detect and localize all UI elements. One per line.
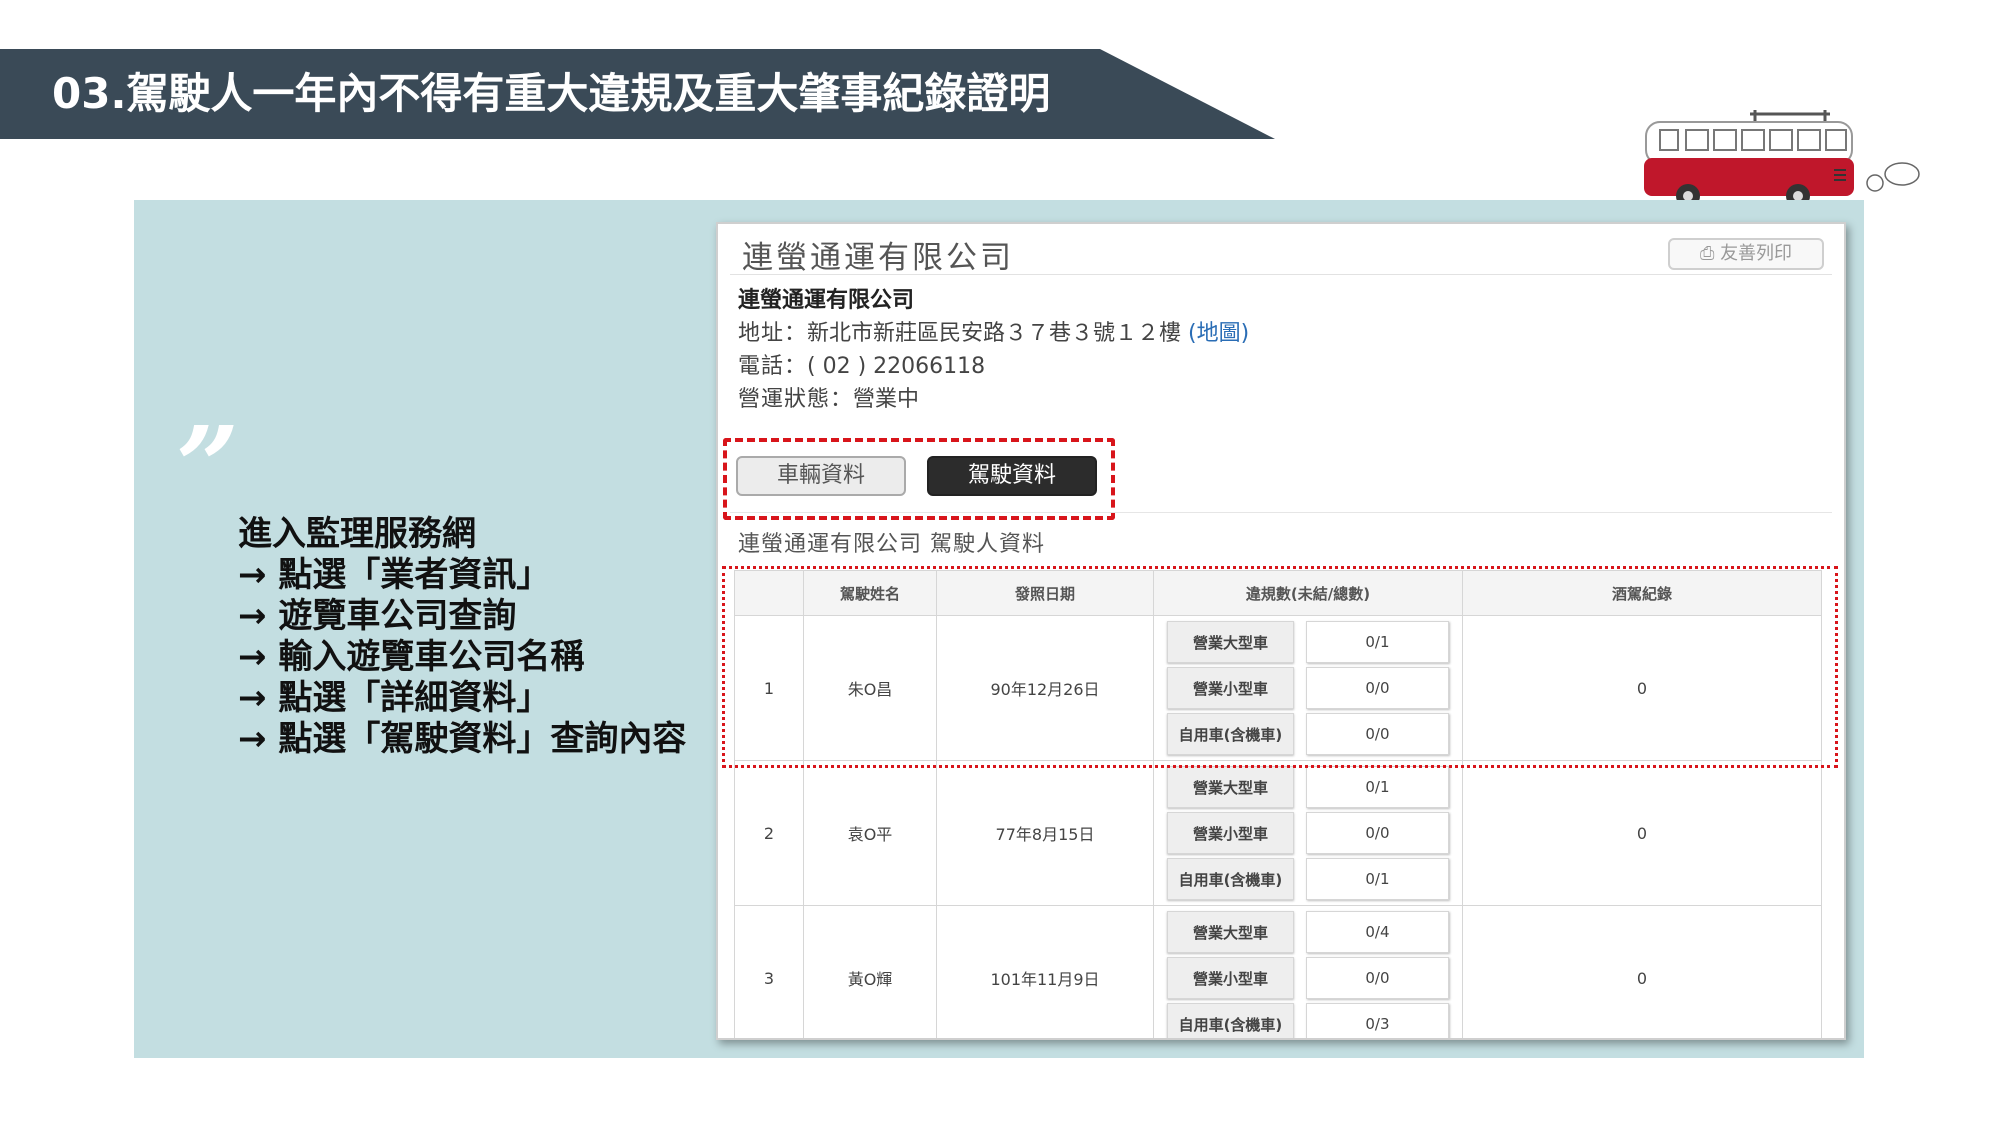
violation-count: 0/1 — [1305, 858, 1449, 900]
driver-name: 袁O平 — [803, 760, 937, 906]
violation-type: 營業大型車 — [1167, 911, 1294, 953]
instruction-steps: 進入監理服務網 → 點選「業者資訊」 → 遊覽車公司查詢 → 輸入遊覽車公司名稱… — [238, 514, 686, 760]
slide-title: 03.駕駛人一年內不得有重大違規及重大肇事紀錄證明 — [52, 69, 1051, 118]
step-4: → 輸入遊覽車公司名稱 — [238, 637, 585, 677]
phone-row: 電話：( 02 ) 22066118 — [738, 350, 1249, 383]
header-divider — [730, 274, 1832, 275]
violation-type: 自用車(含機車) — [1167, 1003, 1294, 1038]
status-row: 營運狀態：營業中 — [738, 383, 1249, 416]
table-row: 3 黃O輝 101年11月9日 營業大型車 0/4 營業小型車 0/0 自用車(含機… — [734, 905, 1822, 1038]
phone-label: 電話： — [738, 354, 808, 379]
violation-count: 0/0 — [1305, 957, 1449, 999]
violation-type: 營業大型車 — [1167, 766, 1294, 808]
violations-cell: 營業大型車 0/1 營業小型車 0/0 自用車(含機車) 0/1 — [1153, 760, 1463, 906]
license-date: 101年11月9日 — [936, 905, 1154, 1038]
print-label: 友善列印 — [1720, 243, 1793, 264]
violations-cell: 營業大型車 0/4 營業小型車 0/0 自用車(含機車) 0/3 — [1153, 905, 1463, 1038]
step-1: 進入監理服務網 — [238, 514, 476, 554]
company-name: 連螢通運有限公司 — [738, 288, 915, 313]
quote-mark: ” — [176, 402, 240, 531]
website-screenshot: 連螢通運有限公司 ⎙ 友善列印 連螢通運有限公司 地址：新北市新莊區民安路３７巷… — [716, 222, 1846, 1040]
printer-icon: ⎙ — [1699, 243, 1721, 264]
driver-name: 黃O輝 — [803, 905, 937, 1038]
step-2: → 點選「業者資訊」 — [238, 555, 551, 595]
address-label: 地址： — [738, 321, 808, 346]
violation-type: 營業小型車 — [1167, 957, 1294, 999]
bus-icon — [1644, 110, 1920, 208]
dui-record: 0 — [1462, 905, 1822, 1038]
address-value: 新北市新莊區民安路３７巷３號１２樓 — [807, 321, 1182, 346]
company-info: 連螢通運有限公司 地址：新北市新莊區民安路３７巷３號１２樓 (地圖) 電話：( … — [738, 284, 1249, 416]
license-date: 77年8月15日 — [936, 760, 1154, 906]
violation-count: 0/0 — [1305, 812, 1449, 854]
step-5: → 點選「詳細資料」 — [238, 678, 551, 718]
dui-record: 0 — [1462, 760, 1822, 906]
row-no: 2 — [734, 760, 804, 906]
tab-highlight-box — [723, 438, 1115, 520]
table-row: 2 袁O平 77年8月15日 營業大型車 0/1 營業小型車 0/0 自用車(含機車… — [734, 760, 1822, 906]
violation-count: 0/4 — [1305, 911, 1449, 953]
step-3: → 遊覽車公司查詢 — [238, 596, 517, 636]
violations-table: 營業大型車 0/4 營業小型車 0/0 自用車(含機車) 0/3 — [1155, 907, 1461, 1038]
step-6: → 點選「駕駛資料」查詢內容 — [238, 719, 687, 759]
status-value: 營業中 — [853, 387, 920, 412]
driver-section-title: 連螢通運有限公司 駕駛人資料 — [738, 532, 1045, 557]
company-header-title: 連螢通運有限公司 — [742, 240, 1014, 276]
violation-count: 0/1 — [1305, 766, 1449, 808]
violations-table: 營業大型車 0/1 營業小型車 0/0 自用車(含機車) 0/1 — [1155, 762, 1461, 904]
address-row: 地址：新北市新莊區民安路３７巷３號１２樓 (地圖) — [738, 317, 1249, 350]
print-button[interactable]: ⎙ 友善列印 — [1668, 238, 1824, 270]
phone-value: ( 02 ) 22066118 — [807, 354, 986, 379]
status-label: 營運狀態： — [738, 387, 854, 412]
violation-count: 0/3 — [1305, 1003, 1449, 1038]
section-divider — [730, 512, 1832, 513]
violation-type: 自用車(含機車) — [1167, 858, 1294, 900]
violation-type: 營業小型車 — [1167, 812, 1294, 854]
first-row-highlight-box — [722, 566, 1838, 768]
title-banner: 03.駕駛人一年內不得有重大違規及重大肇事紀錄證明 — [0, 49, 1275, 139]
row-no: 3 — [734, 905, 804, 1038]
map-link[interactable]: (地圖) — [1188, 321, 1249, 346]
